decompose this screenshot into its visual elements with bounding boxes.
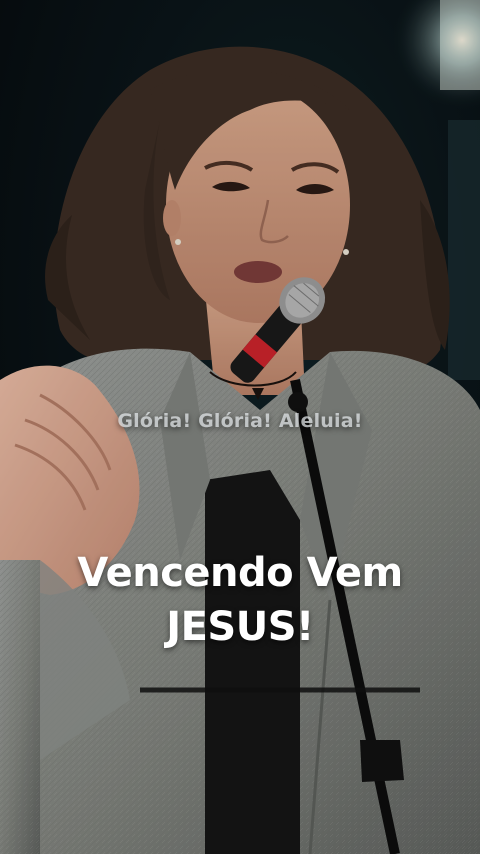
lyrics-caption-primary: Vencendo Vem JESUS!	[0, 546, 480, 654]
lyrics-caption-secondary: Glória! Glória! Aleluia!	[117, 410, 363, 432]
lyrics-line-2: JESUS!	[166, 604, 314, 650]
lyrics-line-1: Vencendo Vem	[77, 550, 403, 596]
video-frame[interactable]: Glória! Glória! Aleluia! Vencendo Vem JE…	[0, 0, 480, 854]
